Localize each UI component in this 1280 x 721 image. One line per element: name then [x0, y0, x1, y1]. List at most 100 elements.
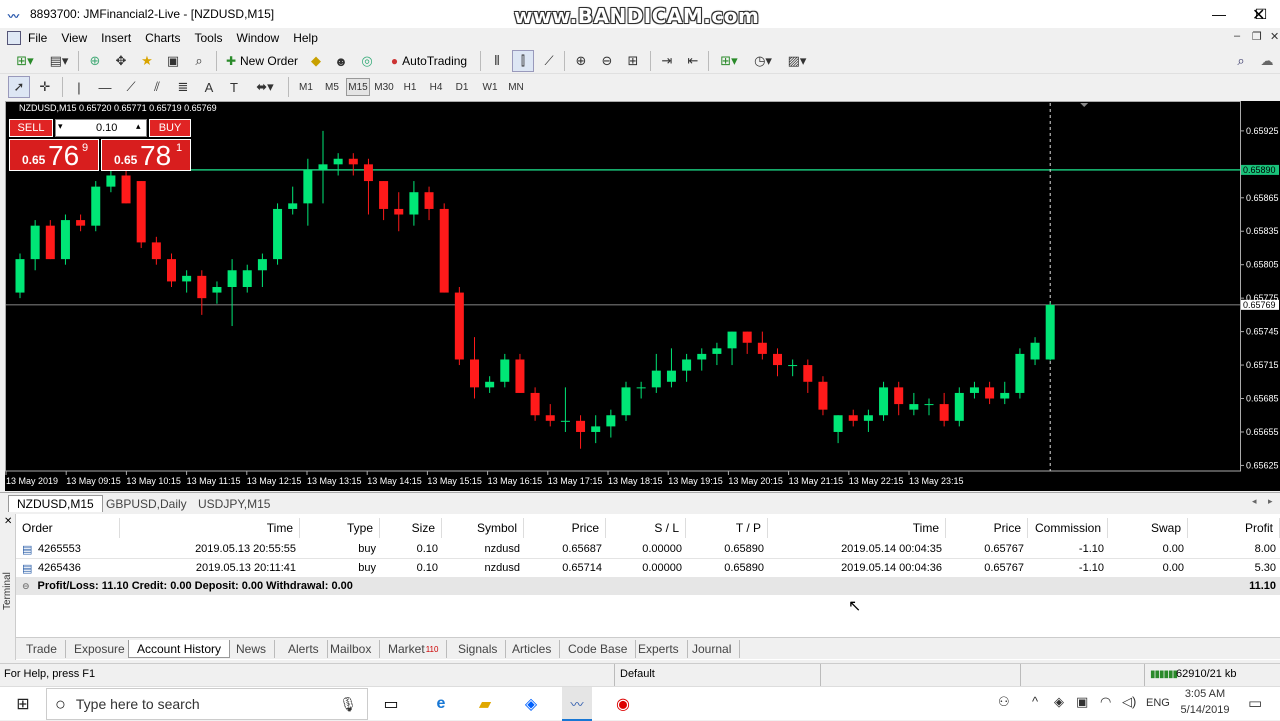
lot-stepper[interactable]: ▾ 0.10 ▴ [55, 119, 147, 137]
column-header[interactable]: S / L [606, 518, 686, 538]
candle-body[interactable] [924, 404, 934, 406]
candlestick-icon[interactable]: ⫿ [512, 50, 534, 72]
candle-body[interactable] [848, 415, 858, 421]
minimize-button[interactable]: — [1196, 0, 1242, 28]
menu-insert[interactable]: Insert [94, 31, 138, 45]
channel-icon[interactable]: ⫽ [146, 76, 168, 98]
bar-chart-icon[interactable]: ⫴ [486, 50, 508, 72]
terminal-tab[interactable]: Code Base [560, 640, 637, 658]
candle-body[interactable] [45, 225, 55, 260]
candle-body[interactable] [879, 387, 889, 416]
terminal-tab[interactable]: Experts [630, 640, 688, 658]
timeframe-d1[interactable]: D1 [450, 78, 474, 96]
candle-body[interactable] [666, 370, 676, 382]
chart-tab-nzdusd[interactable]: NZDUSD,M15 [8, 495, 103, 512]
column-header[interactable]: Time [768, 518, 946, 538]
timeframe-m15[interactable]: M15 [346, 78, 370, 96]
column-header[interactable]: Symbol [442, 518, 524, 538]
menu-charts[interactable]: Charts [138, 31, 187, 45]
terminal-toggle-icon[interactable]: ▣ [162, 50, 184, 72]
tray-dropbox-icon[interactable]: ◈ [1054, 694, 1064, 710]
column-header[interactable]: Size [380, 518, 442, 538]
candle-body[interactable] [727, 331, 737, 349]
wifi-icon[interactable]: ◠ [1100, 694, 1111, 710]
metatrader-taskbar-icon[interactable]: 〰 [562, 687, 592, 721]
terminal-tab[interactable]: Account History [128, 640, 231, 658]
terminal-tab[interactable]: Alerts [280, 640, 328, 658]
zoom-in-icon[interactable]: ⊕ [570, 50, 592, 72]
cursor-icon[interactable]: ➚ [8, 76, 30, 98]
mdi-close-icon[interactable]: ✕ [1270, 30, 1279, 43]
candle-body[interactable] [30, 225, 40, 260]
timeframe-m30[interactable]: M30 [372, 78, 396, 96]
volume-icon[interactable]: ◁) [1122, 694, 1136, 710]
lot-value[interactable]: 0.10 [96, 122, 117, 134]
column-header[interactable]: Commission [1028, 518, 1108, 538]
candle-body[interactable] [969, 387, 979, 393]
horizontal-line-icon[interactable]: — [94, 76, 116, 98]
column-header[interactable]: Order [16, 518, 120, 538]
start-icon[interactable]: ⊞ [6, 687, 40, 721]
zoom-out-icon[interactable]: ⊖ [596, 50, 618, 72]
people-icon[interactable]: ⚇ [998, 694, 1010, 710]
candle-body[interactable] [257, 259, 267, 271]
candle-body[interactable] [818, 381, 828, 410]
terminal-tab[interactable]: Articles [504, 640, 561, 658]
bandicam-icon[interactable]: ◉ [608, 687, 638, 721]
candle-body[interactable] [530, 392, 540, 416]
language-indicator[interactable]: ENG [1146, 697, 1170, 709]
candle-body[interactable] [545, 415, 555, 421]
terminal-tab[interactable]: Exposure [66, 640, 134, 658]
candle-body[interactable] [60, 220, 70, 260]
candle-body[interactable] [227, 270, 237, 287]
menu-help[interactable]: Help [286, 31, 325, 45]
terminal-tab[interactable]: Journal [684, 640, 741, 658]
mdi-minimize-icon[interactable]: ‒ [1234, 30, 1240, 42]
column-header[interactable]: T / P [686, 518, 768, 538]
auto-scroll-icon[interactable]: ⇥ [656, 50, 678, 72]
search-icon[interactable]: ⌕ [1230, 50, 1252, 72]
candle-body[interactable] [348, 158, 358, 165]
candle-body[interactable] [682, 359, 692, 371]
candle-body[interactable] [939, 404, 949, 421]
candle-body[interactable] [803, 365, 813, 382]
arrows-icon[interactable]: ⬌▾ [250, 76, 280, 98]
tile-windows-icon[interactable]: ⊞ [622, 50, 644, 72]
crosshair-icon[interactable]: ✛ [34, 76, 56, 98]
candle-body[interactable] [500, 359, 510, 382]
candle-body[interactable] [76, 220, 86, 226]
data-window-icon[interactable]: ✥ [110, 50, 132, 72]
terminal-tab[interactable]: News [228, 640, 276, 658]
lot-down-icon[interactable]: ▾ [58, 121, 63, 132]
candle-body[interactable] [167, 259, 176, 282]
terminal-tab[interactable]: Market 110 [380, 640, 448, 658]
candle-body[interactable] [712, 348, 722, 354]
column-header[interactable]: Time [120, 518, 300, 538]
candle-body[interactable] [833, 415, 843, 432]
candle-body[interactable] [182, 275, 192, 282]
profiles-icon[interactable]: ▤▾ [44, 50, 74, 72]
microphone-icon[interactable]: 🎙 [339, 696, 357, 713]
candle-body[interactable] [303, 169, 313, 204]
candle-body[interactable] [1030, 342, 1040, 360]
column-header[interactable]: Swap [1108, 518, 1188, 538]
tab-scroll-right-icon[interactable]: ▸ [1268, 496, 1273, 507]
candle-body[interactable] [560, 420, 570, 422]
candle-body[interactable] [1045, 304, 1055, 360]
buy-price-box[interactable]: 0.65 78 1 [101, 139, 191, 171]
menu-window[interactable]: Window [230, 31, 287, 45]
price-chart[interactable]: 0.659250.658900.658650.658350.658050.657… [5, 101, 1280, 491]
experts-icon[interactable]: ☻ [330, 50, 352, 72]
clock-date[interactable]: 5/14/2019 [1180, 704, 1230, 716]
candle-body[interactable] [1000, 392, 1010, 399]
templates-icon[interactable]: ▨▾ [782, 50, 812, 72]
column-header[interactable]: Price [524, 518, 606, 538]
candle-body[interactable] [318, 164, 328, 170]
chart-shift-icon[interactable]: ⇤ [682, 50, 704, 72]
tray-camera-icon[interactable]: ▣ [1076, 694, 1088, 710]
clock-time[interactable]: 3:05 AM [1180, 688, 1230, 700]
tab-scroll-left-icon[interactable]: ◂ [1252, 496, 1257, 507]
candle-body[interactable] [363, 164, 373, 182]
auto-trading-button[interactable]: ● AutoTrading [384, 50, 474, 72]
file-explorer-icon[interactable]: ▰ [470, 687, 500, 721]
